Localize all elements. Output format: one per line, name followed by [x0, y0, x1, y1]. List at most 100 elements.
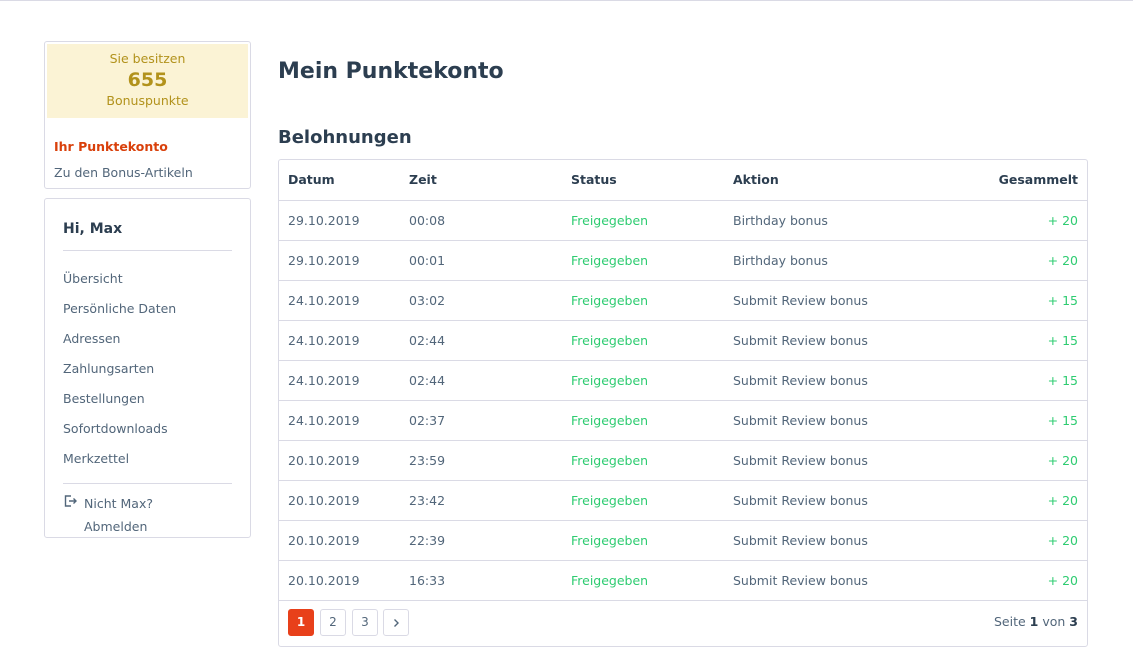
- nav-item-sofortdownloads[interactable]: Sofortdownloads: [63, 414, 232, 444]
- page-info: Seite 1 von 3: [994, 613, 1078, 631]
- cell-zeit: 02:37: [400, 400, 562, 441]
- cell-zeit: 03:02: [400, 280, 562, 321]
- bonus-label-top: Sie besitzen: [109, 51, 186, 66]
- link-bonus-artikel[interactable]: Zu den Bonus-Artikeln: [54, 160, 250, 186]
- cell-datum: 20.10.2019: [279, 560, 400, 601]
- cell-gesammelt: + 15: [964, 400, 1087, 441]
- cell-aktion: Birthday bonus: [724, 200, 964, 241]
- cell-status: Freigegeben: [562, 480, 724, 521]
- page-button-2[interactable]: 2: [320, 609, 346, 636]
- cell-status: Freigegeben: [562, 200, 724, 241]
- next-page-button[interactable]: [383, 609, 409, 636]
- page-title: Mein Punktekonto: [278, 59, 504, 84]
- table-row: 29.10.2019 00:01 Freigegeben Birthday bonus…: [279, 240, 1087, 281]
- nav-item-merkzettel[interactable]: Merkzettel: [63, 444, 232, 474]
- cell-datum: 24.10.2019: [279, 400, 400, 441]
- account-nav: Übersicht Persönliche Daten Adressen Zah…: [63, 251, 232, 484]
- cell-gesammelt: + 15: [964, 360, 1087, 401]
- cell-aktion: Submit Review bonus: [724, 560, 964, 601]
- cell-gesammelt: + 20: [964, 520, 1087, 561]
- pagination: 1 2 3 Seite 1 von 3: [279, 599, 1087, 647]
- cell-aktion: Submit Review bonus: [724, 320, 964, 361]
- nav-item-adressen[interactable]: Adressen: [63, 324, 232, 354]
- logout-not-user[interactable]: Nicht Max?: [84, 492, 232, 515]
- account-sidebar: Hi, Max Übersicht Persönliche Daten Adre…: [44, 198, 251, 538]
- cell-gesammelt: + 20: [964, 560, 1087, 601]
- table-row: 20.10.2019 23:42 Freigegeben Submit Review …: [279, 480, 1087, 521]
- nav-item-bestellungen[interactable]: Bestellungen: [63, 384, 232, 414]
- top-divider: [0, 0, 1133, 1]
- cell-aktion: Submit Review bonus: [724, 520, 964, 561]
- cell-gesammelt: + 20: [964, 200, 1087, 241]
- cell-zeit: 02:44: [400, 360, 562, 401]
- table-row: 24.10.2019 02:37 Freigegeben Submit Review …: [279, 400, 1087, 441]
- cell-status: Freigegeben: [562, 560, 724, 601]
- cell-status: Freigegeben: [562, 520, 724, 561]
- chevron-right-icon: [394, 619, 399, 627]
- table-row: 24.10.2019 02:44 Freigegeben Submit Review …: [279, 320, 1087, 361]
- cell-zeit: 00:08: [400, 200, 562, 241]
- logout-button[interactable]: Abmelden: [84, 515, 232, 538]
- page-info-mid: von: [1042, 614, 1066, 629]
- table-row: 24.10.2019 02:44 Freigegeben Submit Review …: [279, 360, 1087, 401]
- bonus-label-bottom: Bonuspunkte: [106, 93, 189, 108]
- cell-gesammelt: + 20: [964, 480, 1087, 521]
- table-row: 29.10.2019 00:08 Freigegeben Birthday bonus…: [279, 200, 1087, 241]
- cell-status: Freigegeben: [562, 280, 724, 321]
- cell-datum: 20.10.2019: [279, 440, 400, 481]
- table-row: 20.10.2019 16:33 Freigegeben Submit Review …: [279, 560, 1087, 601]
- page-button-1[interactable]: 1: [288, 609, 314, 636]
- header-status: Status: [562, 160, 724, 201]
- header-gesammelt: Gesammelt: [964, 160, 1087, 201]
- cell-aktion: Submit Review bonus: [724, 400, 964, 441]
- nav-item-persoenliche-daten[interactable]: Persönliche Daten: [63, 294, 232, 324]
- account-greeting: Hi, Max: [63, 219, 232, 251]
- cell-zeit: 22:39: [400, 520, 562, 561]
- table-row: 20.10.2019 22:39 Freigegeben Submit Review …: [279, 520, 1087, 561]
- cell-datum: 20.10.2019: [279, 520, 400, 561]
- cell-aktion: Submit Review bonus: [724, 440, 964, 481]
- table-header-row: Datum Zeit Status Aktion Gesammelt: [279, 160, 1087, 201]
- cell-status: Freigegeben: [562, 400, 724, 441]
- cell-aktion: Birthday bonus: [724, 240, 964, 281]
- cell-zeit: 23:42: [400, 480, 562, 521]
- bonus-points-summary: Sie besitzen 655 Bonuspunkte: [47, 44, 248, 118]
- table-row: 20.10.2019 23:59 Freigegeben Submit Review …: [279, 440, 1087, 481]
- table-row: 24.10.2019 03:02 Freigegeben Submit Review …: [279, 280, 1087, 321]
- cell-datum: 24.10.2019: [279, 360, 400, 401]
- cell-gesammelt: + 15: [964, 280, 1087, 321]
- cell-gesammelt: + 20: [964, 240, 1087, 281]
- cell-zeit: 16:33: [400, 560, 562, 601]
- cell-datum: 29.10.2019: [279, 200, 400, 241]
- cell-aktion: Submit Review bonus: [724, 280, 964, 321]
- cell-zeit: 00:01: [400, 240, 562, 281]
- section-title: Belohnungen: [278, 127, 412, 148]
- cell-datum: 24.10.2019: [279, 320, 400, 361]
- header-zeit: Zeit: [400, 160, 562, 201]
- cell-status: Freigegeben: [562, 440, 724, 481]
- bonus-points-panel: Sie besitzen 655 Bonuspunkte Ihr Punktek…: [44, 41, 251, 189]
- nav-item-uebersicht[interactable]: Übersicht: [63, 264, 232, 294]
- logout-section: Nicht Max? Abmelden: [63, 484, 232, 538]
- cell-status: Freigegeben: [562, 320, 724, 361]
- cell-zeit: 02:44: [400, 320, 562, 361]
- cell-aktion: Submit Review bonus: [724, 480, 964, 521]
- cell-gesammelt: + 15: [964, 320, 1087, 361]
- bonus-points-value: 655: [127, 69, 168, 91]
- rewards-table: Datum Zeit Status Aktion Gesammelt 29.10…: [279, 160, 1087, 601]
- page-info-total: 3: [1069, 614, 1078, 629]
- cell-datum: 24.10.2019: [279, 280, 400, 321]
- rewards-table-panel: Datum Zeit Status Aktion Gesammelt 29.10…: [278, 159, 1088, 647]
- link-punktekonto[interactable]: Ihr Punktekonto: [54, 134, 250, 160]
- page-info-prefix: Seite: [993, 614, 1026, 629]
- cell-zeit: 23:59: [400, 440, 562, 481]
- cell-datum: 29.10.2019: [279, 240, 400, 281]
- page-button-3[interactable]: 3: [352, 609, 378, 636]
- cell-status: Freigegeben: [562, 360, 724, 401]
- logout-icon: [64, 495, 77, 507]
- header-datum: Datum: [279, 160, 400, 201]
- nav-item-zahlungsarten[interactable]: Zahlungsarten: [63, 354, 232, 384]
- cell-datum: 20.10.2019: [279, 480, 400, 521]
- cell-aktion: Submit Review bonus: [724, 360, 964, 401]
- cell-status: Freigegeben: [562, 240, 724, 281]
